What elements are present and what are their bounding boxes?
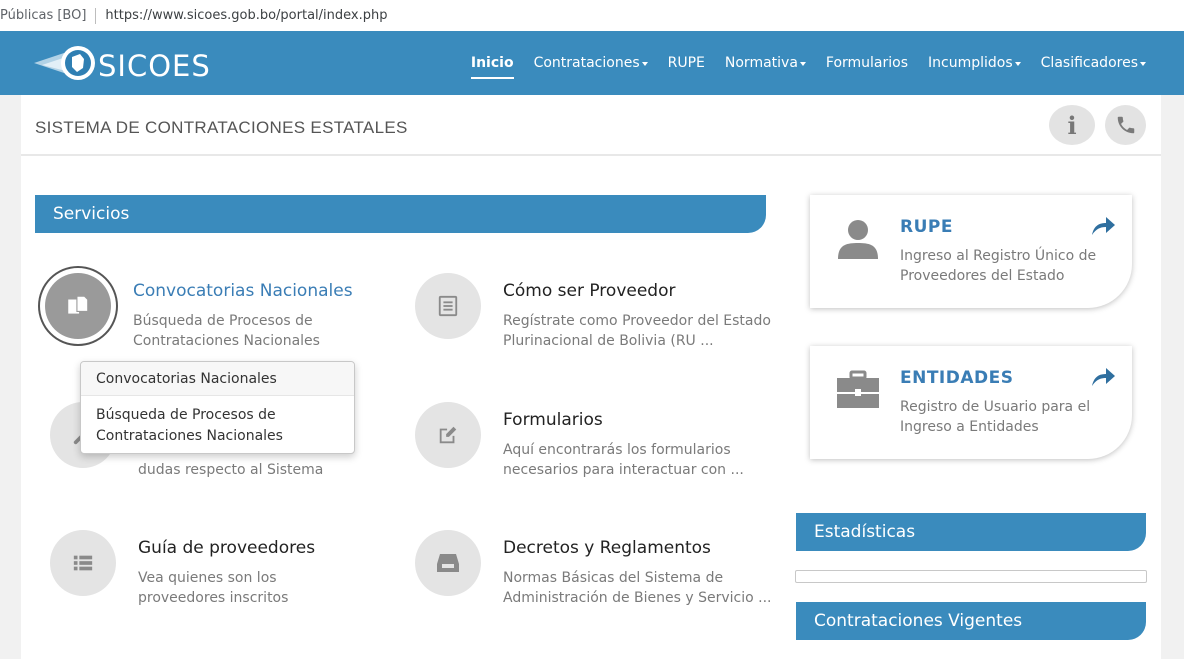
- logo-text: SICOES: [98, 49, 211, 83]
- phone-icon: [1117, 116, 1134, 134]
- documents-icon: [68, 295, 89, 314]
- nav-rupe-label: RUPE: [667, 55, 705, 71]
- browser-address-bar[interactable]: Públicas [BO] https://www.sicoes.gob.bo/…: [0, 0, 1184, 31]
- nav-clasificadores[interactable]: Clasificadores: [1041, 31, 1146, 95]
- caret-down-icon: [1014, 62, 1021, 66]
- address-separator: [95, 7, 97, 24]
- nav-contrataciones[interactable]: Contrataciones: [534, 31, 648, 95]
- tooltip-title: Convocatorias Nacionales: [96, 371, 277, 387]
- caret-down-icon: [799, 62, 806, 66]
- inbox-icon: [437, 554, 459, 572]
- service-title[interactable]: Guía de proveedores: [138, 538, 315, 558]
- info-button[interactable]: i: [1049, 105, 1095, 145]
- top-navbar: SICOES Inicio Contrataciones RUPE Normat…: [0, 31, 1184, 95]
- service-icon-circle: [415, 273, 481, 339]
- entidades-card[interactable]: ENTIDADES Registro de Usuario para el In…: [810, 346, 1132, 459]
- estadisticas-content: [795, 570, 1147, 583]
- service-title[interactable]: Cómo ser Proveedor: [503, 281, 675, 301]
- service-desc: Regístrate como Proveedor del Estado Plu…: [503, 313, 771, 349]
- service-desc: Búsqueda de Procesos de Contrataciones N…: [133, 313, 320, 349]
- estadisticas-heading: Estadísticas: [814, 522, 916, 542]
- service-icon-circle: [45, 273, 111, 339]
- contrataciones-vigentes-heading: Contrataciones Vigentes: [814, 611, 1023, 631]
- service-como-ser-proveedor[interactable]: Cómo ser Proveedor Regístrate como Prove…: [415, 273, 771, 363]
- share-arrow-icon[interactable]: [1090, 215, 1116, 237]
- servicios-heading: Servicios: [53, 204, 130, 224]
- service-title[interactable]: Convocatorias Nacionales: [133, 281, 353, 301]
- servicios-header: Servicios: [35, 195, 766, 233]
- card-title[interactable]: RUPE: [900, 217, 953, 237]
- service-title[interactable]: Formularios: [503, 410, 603, 430]
- nav-formularios-label: Formularios: [825, 55, 909, 71]
- main-panel: SISTEMA DE CONTRATACIONES ESTATALES i Se…: [21, 95, 1161, 659]
- nav-inicio[interactable]: Inicio: [470, 31, 514, 95]
- service-desc: dudas respecto al Sistema: [138, 462, 324, 478]
- main-nav: Inicio Contrataciones RUPE Normativa For…: [470, 31, 1146, 95]
- nav-incumplidos-label: Incumplidos: [928, 55, 1013, 71]
- user-icon: [838, 220, 878, 259]
- phone-button[interactable]: [1105, 105, 1146, 145]
- sicoes-logo[interactable]: SICOES: [34, 41, 214, 85]
- card-desc: Registro de Usuario para el Ingreso a En…: [900, 399, 1091, 435]
- service-formularios[interactable]: Formularios Aquí encontrarás los formula…: [415, 402, 765, 492]
- nav-formularios[interactable]: Formularios: [826, 31, 908, 95]
- service-tooltip: Convocatorias Nacionales Búsqueda de Pro…: [80, 361, 355, 454]
- list-icon: [73, 555, 93, 571]
- nav-inicio-label: Inicio: [470, 55, 514, 71]
- service-icon-circle: [415, 402, 481, 468]
- nav-incumplidos[interactable]: Incumplidos: [928, 31, 1021, 95]
- card-title[interactable]: ENTIDADES: [900, 368, 1014, 388]
- service-convocatorias[interactable]: Convocatorias Nacionales Búsqueda de Pro…: [45, 273, 395, 363]
- page-title: SISTEMA DE CONTRATACIONES ESTATALES: [35, 118, 408, 137]
- nav-normativa[interactable]: Normativa: [725, 31, 806, 95]
- service-desc: Vea quienes son los proveedores inscrito…: [138, 570, 289, 606]
- briefcase-icon: [837, 370, 879, 408]
- title-row: SISTEMA DE CONTRATACIONES ESTATALES i: [21, 95, 1161, 156]
- list-doc-icon: [438, 295, 458, 317]
- service-guia-proveedores[interactable]: Guía de proveedores Vea quienes son los …: [50, 530, 400, 620]
- contrataciones-vigentes-header: Contrataciones Vigentes: [796, 602, 1146, 640]
- caret-down-icon: [1140, 62, 1146, 66]
- share-arrow-icon[interactable]: [1090, 366, 1116, 388]
- nav-rupe[interactable]: RUPE: [668, 31, 705, 95]
- service-title[interactable]: Decretos y Reglamentos: [503, 538, 711, 558]
- tab-title-fragment: Públicas [BO]: [0, 8, 87, 23]
- nav-clasificadores-label: Clasificadores: [1040, 55, 1138, 71]
- info-icon: i: [1067, 110, 1077, 140]
- caret-down-icon: [641, 62, 648, 66]
- edit-icon: [439, 426, 457, 444]
- nav-normativa-label: Normativa: [724, 55, 798, 71]
- logo-emblem-icon: [34, 46, 95, 80]
- url-text[interactable]: https://www.sicoes.gob.bo/portal/index.p…: [105, 8, 387, 23]
- tooltip-body: Búsqueda de Procesos de Contrataciones N…: [96, 407, 283, 444]
- service-decretos[interactable]: Decretos y Reglamentos Normas Básicas de…: [415, 530, 772, 620]
- estadisticas-header: Estadísticas: [796, 513, 1146, 551]
- service-desc: Normas Básicas del Sistema de Administra…: [503, 570, 772, 606]
- service-icon-circle: [415, 530, 481, 596]
- service-icon-circle: [50, 530, 116, 596]
- rupe-card[interactable]: RUPE Ingreso al Registro Único de Provee…: [810, 195, 1132, 308]
- nav-contrataciones-label: Contrataciones: [533, 55, 640, 71]
- card-desc: Ingreso al Registro Único de Proveedores…: [900, 248, 1097, 284]
- service-desc: Aquí encontrarás los formularios necesar…: [503, 442, 744, 478]
